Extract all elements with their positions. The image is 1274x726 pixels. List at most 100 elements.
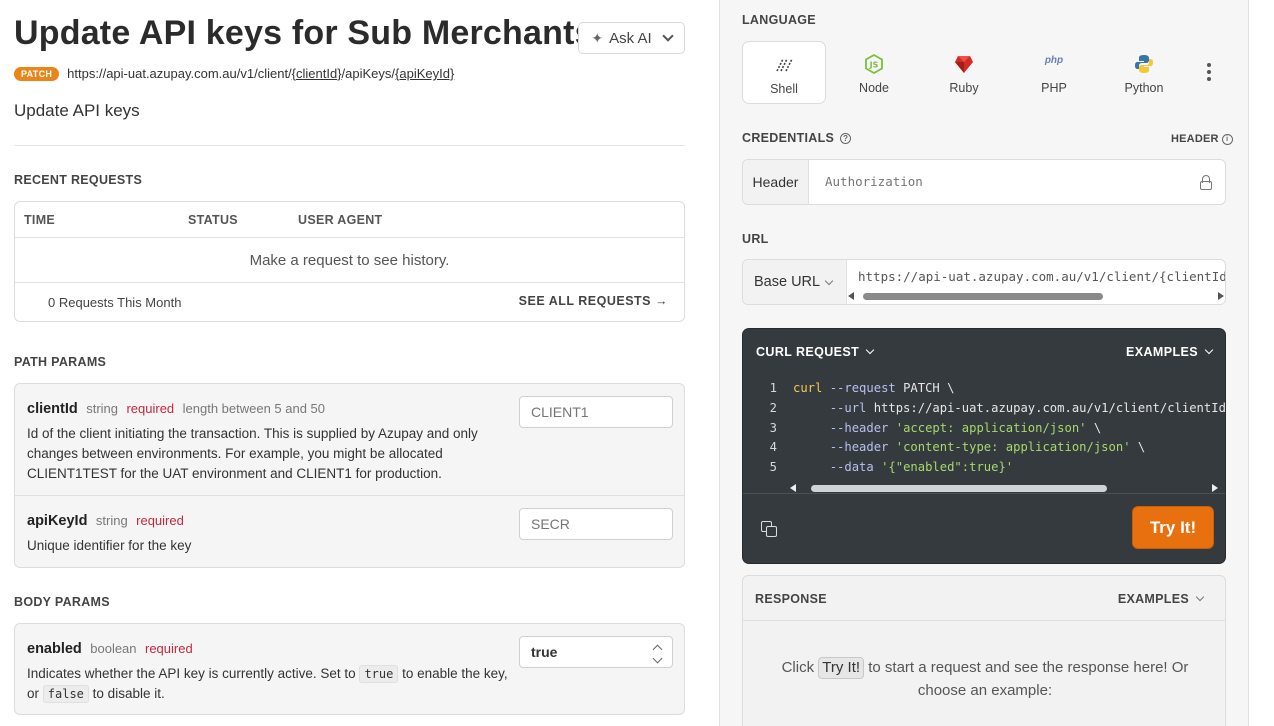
examples-dropdown[interactable]: EXAMPLES: [1126, 345, 1214, 359]
param-clientid: clientId string required length between …: [15, 384, 684, 496]
copy-icon[interactable]: [761, 521, 778, 538]
param-name: clientId: [27, 401, 78, 417]
code-token: https://api-uat.azupay.com.au/v1/client/…: [873, 400, 1226, 415]
line-number: 4: [769, 440, 777, 455]
cred-header-label: Header: [743, 160, 809, 204]
url-param-clientid[interactable]: {clientId}: [292, 66, 342, 81]
base-url-dropdown[interactable]: Base URL: [743, 260, 847, 304]
body-params-box: enabled boolean required Indicates wheth…: [14, 623, 685, 715]
code-token: 'content-type: application/json': [895, 440, 1131, 455]
param-required: required: [126, 401, 175, 416]
arrow-right-icon: →: [655, 294, 668, 308]
url-label: URL: [742, 232, 769, 246]
language-tab-shell[interactable]: Shell: [742, 41, 826, 104]
url-text: https://api-uat.azupay.com.au/v1/client/…: [858, 269, 1225, 284]
php-icon: php: [1044, 54, 1064, 66]
url-scrollbar[interactable]: [847, 291, 1225, 301]
code-token: curl: [793, 381, 823, 395]
body-params-label: BODY PARAMS: [14, 595, 110, 609]
column-user-agent: USER AGENT: [298, 213, 383, 227]
lock-icon: [1199, 175, 1213, 190]
param-name: enabled: [27, 641, 82, 657]
language-tab-python[interactable]: Python: [1102, 41, 1186, 104]
table-header: TIME STATUS USER AGENT: [15, 202, 684, 238]
chevron-down-icon: [1204, 345, 1214, 355]
node-icon: JS: [832, 51, 916, 77]
code-token: --header: [829, 420, 889, 435]
param-description: Unique identifier for the key: [27, 538, 192, 553]
language-tab-php[interactable]: php PHP: [1012, 41, 1096, 104]
line-number: 1: [769, 381, 777, 395]
try-it-button[interactable]: Try It!: [1132, 506, 1214, 549]
code-token: --data: [829, 460, 874, 475]
column-time: TIME: [24, 213, 56, 227]
authorization-input[interactable]: [809, 160, 1225, 204]
curl-footer: Try It!: [743, 493, 1225, 563]
chevron-down-icon: [865, 345, 875, 355]
curl-header: CURL REQUEST EXAMPLES: [743, 329, 1225, 375]
endpoint-url: https://api-uat.azupay.com.au/v1/client/…: [67, 66, 455, 81]
param-apikeyid: apiKeyId string required Unique identifi…: [15, 496, 684, 568]
url-box: Base URL https://api-uat.azupay.com.au/v…: [742, 259, 1226, 305]
language-selector: Shell JS Node Ruby php PHP Python: [742, 41, 1226, 104]
response-examples-dropdown[interactable]: EXAMPLES: [1118, 592, 1205, 606]
ruby-icon: [922, 51, 1006, 77]
param-type: string: [86, 401, 119, 416]
curl-request-block: CURL REQUEST EXAMPLES 1 curl --request PA…: [742, 328, 1226, 564]
param-name: apiKeyId: [27, 513, 88, 529]
code-line: 3 --header 'accept: application/json' \: [743, 419, 1225, 439]
more-languages-icon[interactable]: [1207, 63, 1211, 84]
line-number: 2: [769, 400, 777, 415]
url-value: https://api-uat.azupay.com.au/v1/client/…: [847, 260, 1225, 304]
select-arrows-icon: [652, 644, 663, 664]
line-number: 5: [769, 460, 777, 475]
line-number: 3: [769, 420, 777, 435]
param-required: required: [144, 641, 193, 656]
ask-ai-label: Ask AI: [609, 29, 652, 47]
credentials-box: Header: [742, 159, 1226, 205]
param-constraint: length between 5 and 50: [182, 401, 326, 416]
enabled-select-value: true: [531, 644, 558, 660]
code-true: true: [359, 665, 399, 683]
code-token: --header: [829, 440, 889, 455]
clientid-input[interactable]: [519, 396, 673, 428]
empty-history-message: Make a request to see history.: [15, 238, 684, 283]
language-tab-ruby[interactable]: Ruby: [922, 41, 1006, 104]
apikeyid-input[interactable]: [519, 508, 673, 540]
code-block: 1 curl --request PATCH \ 2 --url https://a…: [743, 379, 1226, 478]
code-line: 5 --data '{"enabled":true}': [743, 458, 1225, 478]
code-line: 1 curl --request PATCH \: [743, 379, 1225, 399]
code-scrollbar[interactable]: [789, 483, 1219, 493]
method-badge: PATCH: [14, 66, 60, 81]
see-all-requests-link[interactable]: SEE ALL REQUESTS →: [519, 294, 668, 308]
url-param-apikeyid[interactable]: {apiKeyId}: [395, 66, 454, 81]
curl-request-toggle[interactable]: CURL REQUEST: [756, 345, 875, 359]
param-type: boolean: [90, 641, 137, 656]
auth-type-tag[interactable]: HEADER i: [1171, 133, 1233, 145]
help-icon[interactable]: ?: [840, 132, 852, 144]
path-params-box: clientId string required length between …: [14, 383, 685, 568]
code-token: \: [1086, 420, 1102, 435]
param-required: required: [136, 513, 184, 528]
param-enabled: enabled boolean required Indicates wheth…: [15, 624, 684, 714]
shell-icon: [743, 52, 825, 78]
code-token: --request: [829, 381, 896, 395]
recent-requests-label: RECENT REQUESTS: [14, 173, 143, 187]
info-icon: i: [1221, 133, 1233, 145]
language-tab-node[interactable]: JS Node: [832, 41, 916, 104]
code-token: \: [1130, 440, 1146, 455]
enabled-select[interactable]: true: [519, 636, 673, 668]
code-token: PATCH \: [895, 381, 955, 395]
svg-text:JS: JS: [869, 61, 879, 70]
credentials-label: CREDENTIALS ?: [742, 131, 852, 145]
inline-try-it-button[interactable]: Try It!: [818, 657, 865, 679]
ask-ai-button[interactable]: ✦ Ask AI: [578, 22, 685, 54]
path-params-label: PATH PARAMS: [14, 355, 107, 369]
